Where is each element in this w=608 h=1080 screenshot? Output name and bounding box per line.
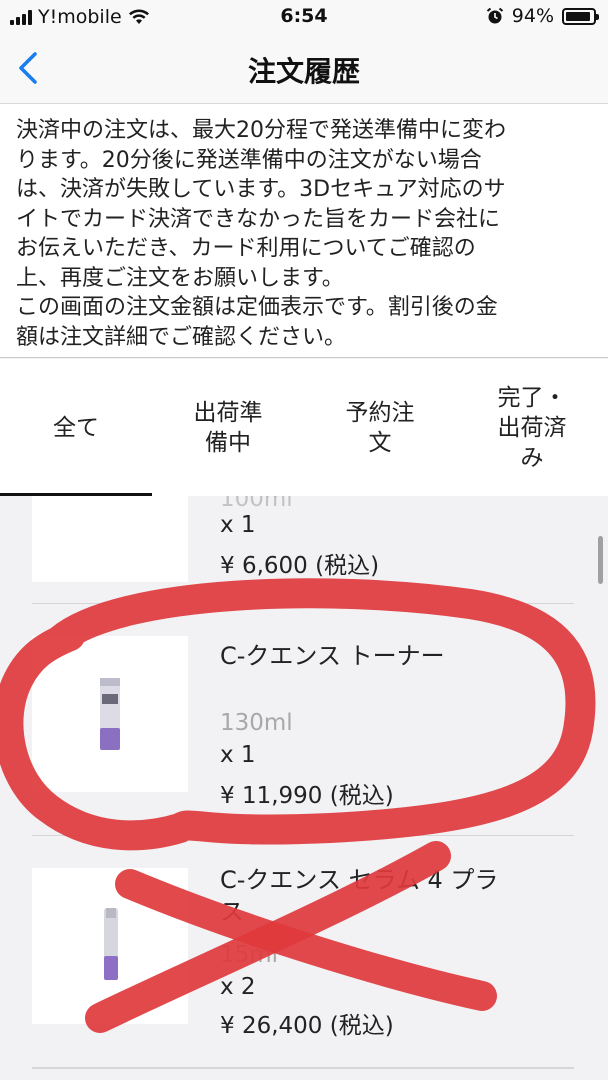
product-quantity: x 1 (220, 742, 256, 768)
order-status-tabs: 全て 出荷準 備中 予約注 文 完了・ 出荷済 み (0, 359, 608, 496)
scrollbar[interactable] (598, 536, 603, 584)
tab-label: 予約注 文 (345, 399, 415, 456)
tab-label: 全て (53, 414, 99, 441)
product-size: 130ml (220, 710, 293, 736)
battery-icon (562, 7, 599, 25)
order-item[interactable]: C-クエンス トーナー 130ml x 1 ¥ 11,990 (税込) (32, 604, 574, 836)
tab-preorder[interactable]: 予約注 文 (304, 359, 456, 496)
product-image (32, 496, 188, 520)
order-item[interactable]: C-クエンス セラム 4 プラ ス 15ml x 2 ¥ 26,400 (税込) (32, 836, 574, 1068)
product-price: ¥ 6,600 (税込) (220, 553, 380, 579)
battery-percent: 94% (511, 5, 554, 27)
tab-all[interactable]: 全て (0, 359, 152, 496)
order-list: 100ml x 1 ¥ 6,600 (税込) C-クエンス トーナー 130ml… (0, 496, 608, 1080)
product-quantity: x 1 (220, 512, 256, 538)
product-size: 100ml (220, 496, 293, 512)
alarm-icon (486, 7, 503, 24)
product-price: ¥ 26,400 (税込) (220, 1013, 394, 1039)
tab-preparing-shipment[interactable]: 出荷準 備中 (152, 359, 304, 496)
product-name: C-クエンス トーナー (220, 642, 445, 670)
page-title: 注文履歴 (247, 55, 360, 88)
product-quantity: x 2 (220, 974, 256, 1000)
product-name: C-クエンス セラム 4 プラ ス (220, 866, 499, 926)
navigation-bar: 注文履歴 (0, 34, 608, 104)
product-image (104, 908, 118, 980)
product-thumbnail (32, 496, 188, 582)
tab-label: 完了・ 出荷済 み (497, 384, 567, 471)
status-bar: Y!mobile 6:54 94% (0, 0, 608, 34)
product-size: 15ml (220, 942, 279, 968)
tab-completed-shipped[interactable]: 完了・ 出荷済 み (456, 359, 608, 496)
product-image (100, 678, 120, 750)
status-right: 94% (486, 5, 599, 27)
product-price: ¥ 11,990 (税込) (220, 783, 394, 809)
list-divider (32, 1068, 574, 1069)
product-thumbnail (32, 868, 188, 1024)
payment-notice: 決済中の注文は、最大20分程で発送準備中に変わ ります。20分後に発送準備中の注… (0, 104, 608, 358)
notice-text: 決済中の注文は、最大20分程で発送準備中に変わ ります。20分後に発送準備中の注… (16, 118, 506, 350)
tab-label: 出荷準 備中 (193, 399, 263, 456)
order-item[interactable]: 100ml x 1 ¥ 6,600 (税込) (32, 496, 574, 604)
product-thumbnail (32, 636, 188, 792)
